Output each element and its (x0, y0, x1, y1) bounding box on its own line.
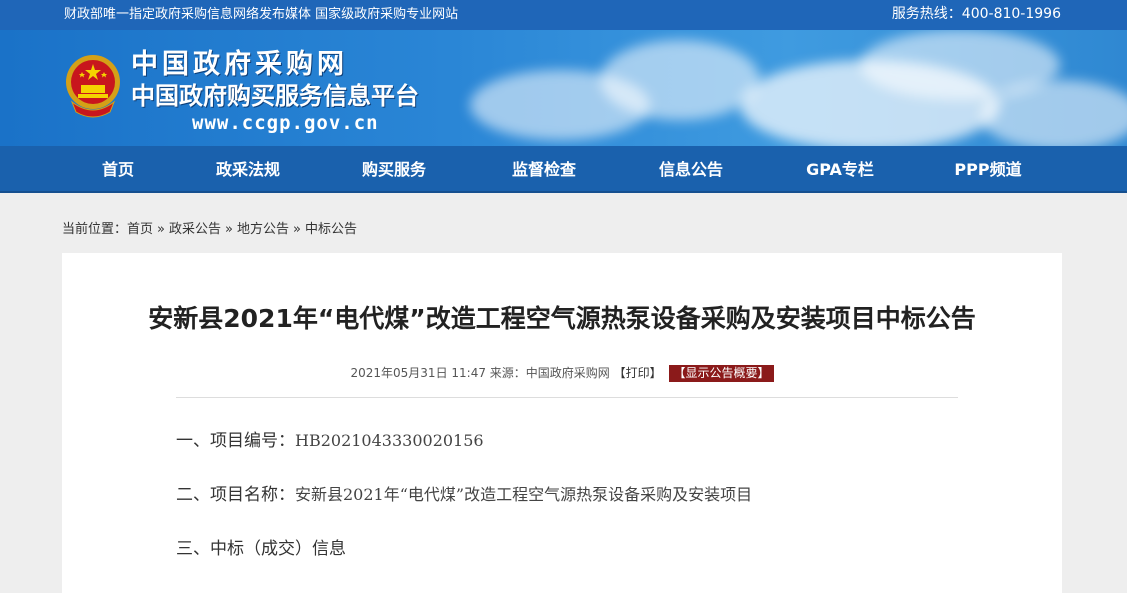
service-hotline: 服务热线：400-810-1996 (891, 6, 1061, 22)
section-label: 一、项目编号： (176, 431, 295, 451)
site-name: 中国政府采购网 (131, 49, 348, 80)
cloud-decoration (600, 40, 760, 120)
nav-item-regulations[interactable]: 政采法规 (200, 146, 296, 193)
project-number-value: HB2021043330020156 (295, 431, 484, 450)
breadcrumb-separator: » (157, 222, 165, 237)
nav-item-gpa[interactable]: GPA专栏 (790, 146, 890, 193)
section-label: 二、项目名称： (176, 485, 295, 505)
article-source: 来源：中国政府采购网 (489, 366, 610, 380)
site-slogan: 财政部唯一指定政府采购信息网络发布媒体 国家级政府采购专业网站 (64, 7, 459, 22)
print-link[interactable]: 【打印】 (614, 366, 662, 380)
section-project-name: 二、项目名称：安新县2021年“电代煤”改造工程空气源热泵设备采购及安装项目 (176, 483, 752, 507)
article-meta: 2021年05月31日 11:47 来源：中国政府采购网 【打印】 【显示公告概… (62, 365, 1062, 382)
show-summary-button[interactable]: 【显示公告概要】 (669, 365, 774, 382)
main-nav: 首页 政采法规 购买服务 监督检查 信息公告 GPA专栏 PPP频道 (0, 146, 1127, 193)
nav-item-ppp[interactable]: PPP频道 (940, 146, 1036, 193)
section-label: 三、中标（成交）信息 (176, 539, 346, 559)
nav-item-announcements[interactable]: 信息公告 (643, 146, 739, 193)
section-project-number: 一、项目编号：HB2021043330020156 (176, 429, 484, 453)
breadcrumb-home[interactable]: 首页 (127, 222, 153, 237)
nav-item-supervision[interactable]: 监督检查 (496, 146, 592, 193)
site-url: www.ccgp.gov.cn (192, 112, 379, 134)
title-divider (176, 397, 958, 398)
project-name-value: 安新县2021年“电代煤”改造工程空气源热泵设备采购及安装项目 (295, 485, 753, 504)
article-title: 安新县2021年“电代煤”改造工程空气源热泵设备采购及安装项目中标公告 (148, 304, 976, 333)
breadcrumb-separator: » (225, 222, 233, 237)
nav-item-purchase-services[interactable]: 购买服务 (346, 146, 442, 193)
nav-item-home[interactable]: 首页 (82, 146, 154, 193)
top-info-bar: 财政部唯一指定政府采购信息网络发布媒体 国家级政府采购专业网站 服务热线：400… (0, 0, 1127, 30)
breadcrumb-prefix: 当前位置： (62, 222, 128, 237)
breadcrumb-procurement-announcements[interactable]: 政采公告 (169, 222, 221, 237)
site-banner: 中国政府采购网 中国政府购买服务信息平台 www.ccgp.gov.cn (0, 30, 1127, 146)
platform-name: 中国政府购买服务信息平台 (131, 82, 419, 110)
breadcrumb-local-announcements[interactable]: 地方公告 (237, 222, 289, 237)
breadcrumb-separator: » (293, 222, 301, 237)
article-card: 安新县2021年“电代煤”改造工程空气源热泵设备采购及安装项目中标公告 2021… (62, 253, 1062, 593)
section-award-info: 三、中标（成交）信息 (176, 537, 346, 561)
breadcrumb: 当前位置：首页 » 政采公告 » 地方公告 » 中标公告 (62, 221, 357, 239)
breadcrumb-award-announcements[interactable]: 中标公告 (305, 222, 357, 237)
national-emblem-icon (66, 55, 120, 118)
cloud-decoration (980, 80, 1127, 146)
publish-datetime: 2021年05月31日 11:47 (350, 366, 486, 380)
